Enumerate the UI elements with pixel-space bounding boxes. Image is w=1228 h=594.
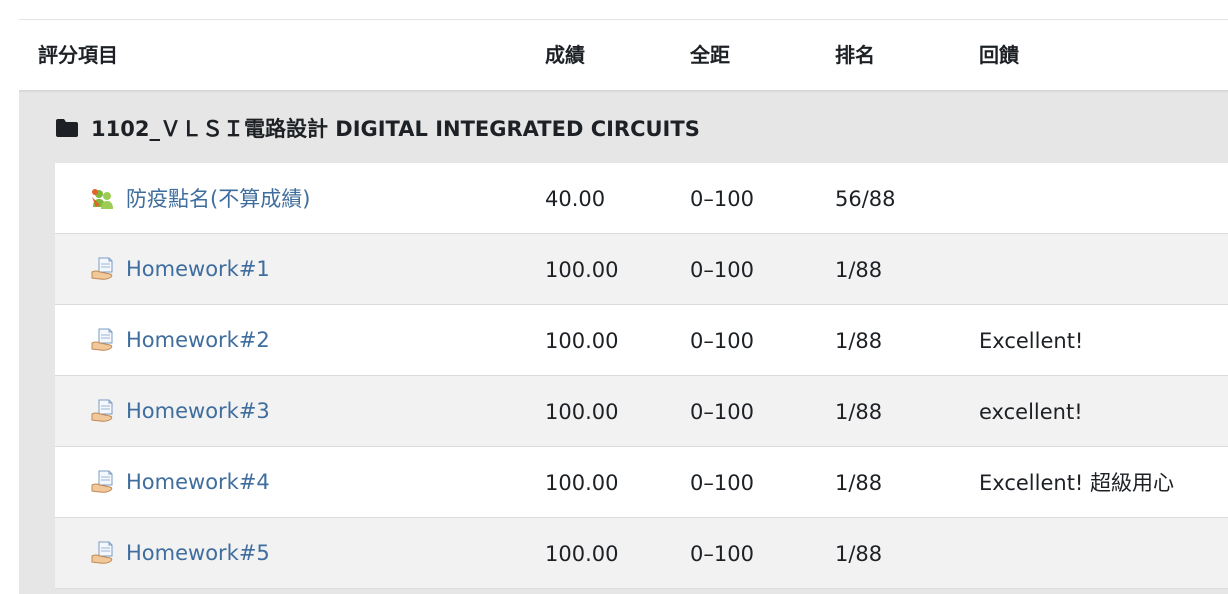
table-row: Homework#3 100.00 0–100 1/88 excellent! [55, 376, 1228, 447]
table-row: Homework#1 100.00 0–100 1/88 [55, 234, 1228, 305]
grade-item-link[interactable]: 防疫點名(不算成績) [126, 183, 310, 213]
column-header-feedback[interactable]: 回饋 [979, 20, 1019, 90]
grade-value: 100.00 [545, 329, 619, 353]
feedback-value: Excellent! [979, 329, 1084, 353]
assignment-icon [90, 540, 116, 566]
range-value: 0–100 [690, 542, 754, 566]
assignment-icon [90, 327, 116, 353]
grade-item-link[interactable]: Homework#2 [126, 328, 270, 352]
grade-value: 40.00 [545, 187, 606, 211]
grade-value: 100.00 [545, 400, 619, 424]
rank-value: 1/88 [835, 542, 883, 566]
range-value: 0–100 [690, 258, 754, 282]
grade-value: 100.00 [545, 542, 619, 566]
item-cell: Homework#3 [90, 376, 270, 446]
rank-value: 56/88 [835, 187, 896, 211]
range-value: 0–100 [690, 329, 754, 353]
folder-icon [55, 118, 79, 138]
range-value: 0–100 [690, 471, 754, 495]
column-header-range[interactable]: 全距 [690, 20, 730, 90]
item-cell: Homework#5 [90, 518, 270, 588]
grade-item-link[interactable]: Homework#3 [126, 399, 270, 423]
rank-value: 1/88 [835, 400, 883, 424]
grade-item-link[interactable]: Homework#1 [126, 257, 270, 281]
attendance-icon [90, 185, 116, 211]
rank-value: 1/88 [835, 329, 883, 353]
feedback-value: excellent! [979, 400, 1083, 424]
table-row: 防疫點名(不算成績) 40.00 0–100 56/88 [55, 163, 1228, 234]
category-title: 1102_ＶＬＳＩ電路設計 DIGITAL INTEGRATED CIRCUIT… [91, 117, 700, 141]
item-cell: Homework#4 [90, 447, 270, 517]
rank-value: 1/88 [835, 258, 883, 282]
grade-item-link[interactable]: Homework#4 [126, 470, 270, 494]
table-row: Homework#5 100.00 0–100 1/88 [55, 518, 1228, 589]
category-row: 1102_ＶＬＳＩ電路設計 DIGITAL INTEGRATED CIRCUIT… [55, 93, 700, 163]
range-value: 0–100 [690, 400, 754, 424]
grade-items-list: 防疫點名(不算成績) 40.00 0–100 56/88 Homework#1 100.0… [55, 163, 1228, 589]
column-header-item[interactable]: 評分項目 [38, 20, 118, 90]
range-value: 0–100 [690, 187, 754, 211]
column-header-grade[interactable]: 成績 [545, 20, 585, 90]
feedback-value: Excellent! 超級用心 [979, 471, 1175, 495]
item-cell: Homework#1 [90, 234, 270, 304]
table-row: Homework#2 100.00 0–100 1/88 Excellent! [55, 305, 1228, 376]
rank-value: 1/88 [835, 471, 883, 495]
assignment-icon [90, 469, 116, 495]
grade-item-link[interactable]: Homework#5 [126, 541, 270, 565]
grade-value: 100.00 [545, 258, 619, 282]
item-cell: 防疫點名(不算成績) [90, 163, 310, 233]
grade-value: 100.00 [545, 471, 619, 495]
table-header-row: 評分項目 成績 全距 排名 回饋 [19, 20, 1228, 90]
column-header-rank[interactable]: 排名 [835, 20, 875, 90]
assignment-icon [90, 256, 116, 282]
table-row: Homework#4 100.00 0–100 1/88 Excellent! 超級用心 [55, 447, 1228, 518]
assignment-icon [90, 398, 116, 424]
item-cell: Homework#2 [90, 305, 270, 375]
